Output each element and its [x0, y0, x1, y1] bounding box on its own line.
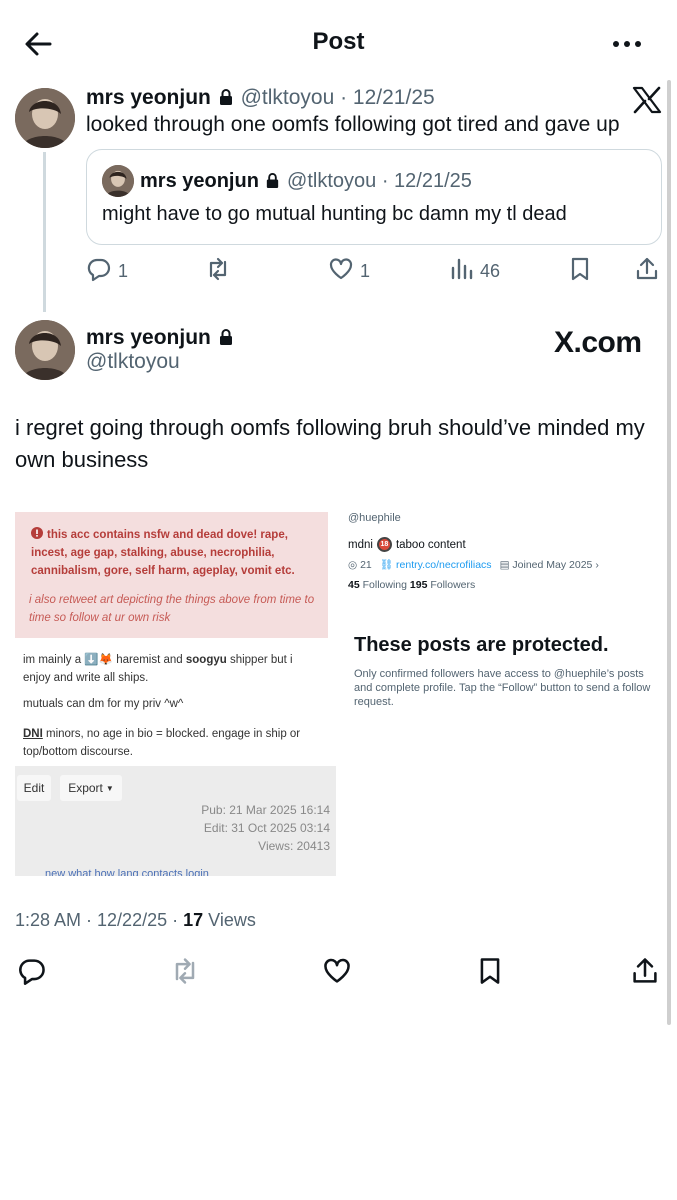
post-text: looked through one oomfs following got t…	[86, 113, 620, 136]
heart-icon	[322, 958, 352, 990]
location-icon: ◎	[348, 558, 358, 571]
view-count: Views: 20413	[258, 839, 330, 853]
view-count: 46	[480, 261, 501, 281]
reply-button[interactable]	[17, 956, 47, 986]
lock-icon	[264, 170, 281, 192]
calendar-icon: ▤	[499, 558, 510, 571]
post-date: · 12/21/25	[381, 170, 472, 192]
bookmark-icon	[568, 256, 592, 287]
bio-line: DNI minors, no age in bio = blocked. eng…	[23, 728, 301, 758]
reply-icon	[86, 256, 112, 287]
link-icon: ⛓	[379, 559, 394, 571]
repost-button[interactable]	[169, 956, 199, 986]
display-name: mrs yeonjun	[86, 326, 211, 349]
lock-icon	[217, 86, 235, 109]
emoji: ⬇️🦊	[84, 654, 113, 666]
main-author-name-line[interactable]: mrs yeonjun	[86, 326, 235, 350]
views-button[interactable]: 46	[450, 256, 500, 287]
bio-line: mutuals can dm for my priv ^w^	[23, 698, 184, 710]
caret-down-icon: ▼	[105, 783, 114, 793]
post-text: i regret going through oomfs following b…	[15, 415, 645, 472]
display-name: mrs yeonjun	[140, 170, 259, 192]
export-button: Export ▼	[60, 775, 122, 801]
edit-date: Edit: 31 Oct 2025 03:14	[203, 821, 330, 835]
attached-image-profile[interactable]: @huephile mdni 18 taboo content ◎ 21 ⛓ r…	[348, 512, 658, 712]
publish-date: Pub: 21 Mar 2025 16:14	[201, 803, 330, 817]
warning-text: this acc contains nsfw and dead dove! ra…	[31, 527, 295, 577]
page-title: Post	[312, 28, 365, 55]
more-options-icon[interactable]	[610, 32, 644, 56]
profile-bio: mdni 18 taboo content	[348, 537, 466, 552]
reply-button[interactable]: 1	[86, 256, 128, 287]
handle[interactable]: @tlktoyou	[86, 350, 180, 374]
handle: @tlktoyou	[287, 170, 377, 192]
quoted-post-text: might have to go mutual hunting bc damn …	[102, 203, 567, 225]
views-count: 17	[183, 910, 204, 930]
bookmark-icon	[476, 958, 504, 990]
analytics-icon	[450, 256, 474, 287]
alert-icon	[31, 527, 47, 541]
lock-icon	[217, 326, 235, 349]
handle: @tlktoyou	[240, 86, 335, 109]
share-button[interactable]	[630, 956, 660, 986]
profile-meta: ◎ 21 ⛓ rentry.co/necrofiliacs ▤ Joined M…	[348, 558, 599, 572]
avatar	[102, 165, 134, 197]
share-icon	[630, 958, 660, 990]
thread-connector	[43, 152, 46, 312]
bookmark-button[interactable]	[568, 256, 592, 287]
x-logo-icon	[632, 86, 662, 114]
repost-icon	[204, 256, 232, 287]
share-button[interactable]	[634, 256, 660, 287]
like-button[interactable]: 1	[328, 256, 370, 287]
post-date: · 12/21/25	[340, 86, 435, 109]
display-name: mrs yeonjun	[86, 86, 211, 109]
follow-counts: 45 Following 195 Followers	[348, 579, 476, 591]
bio-line: im mainly a ⬇️🦊 haremist and soogyu ship…	[23, 654, 293, 684]
xcom-watermark: X.com	[554, 326, 642, 359]
chevron-right-icon: ›	[595, 558, 599, 571]
warning-note: i also retweet art depicting the things …	[29, 594, 315, 624]
heart-icon	[328, 256, 354, 287]
reply-icon	[17, 959, 47, 990]
edit-button: Edit	[17, 775, 51, 801]
attached-image-rentry[interactable]: this acc contains nsfw and dead dove! ra…	[15, 512, 336, 876]
share-icon	[634, 256, 660, 287]
footer-links: new what how lang contacts login	[45, 868, 209, 876]
repost-button[interactable]	[204, 256, 232, 287]
repost-icon	[169, 958, 201, 990]
age-18-icon: 18	[376, 537, 392, 552]
bookmark-button[interactable]	[476, 956, 506, 986]
protected-title: These posts are protected.	[354, 634, 609, 656]
like-count: 1	[360, 261, 371, 281]
post-timestamp: 1:28 AM · 12/22/25 · 17 Views	[15, 910, 256, 930]
scrollbar[interactable]	[667, 80, 671, 1025]
like-button[interactable]	[322, 956, 352, 986]
parent-author-line[interactable]: mrs yeonjun @tlktoyou · 12/21/25	[86, 86, 435, 110]
quoted-post-card[interactable]	[86, 149, 662, 245]
reply-count: 1	[118, 261, 129, 281]
protected-description: Only confirmed followers have access to …	[354, 668, 651, 708]
avatar[interactable]	[15, 320, 75, 380]
quoted-author-line: mrs yeonjun @tlktoyou · 12/21/25	[140, 170, 472, 193]
profile-handle: @huephile	[348, 512, 401, 524]
avatar[interactable]	[15, 88, 75, 148]
